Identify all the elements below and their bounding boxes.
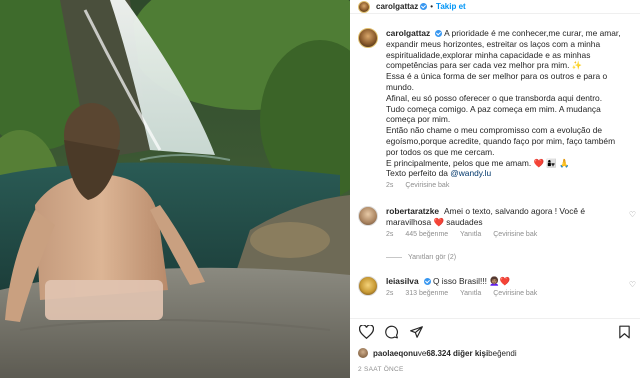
caption-text-line: expandir meus horizontes, estreitar os l… xyxy=(386,38,601,49)
caption-text-line: Afinal, eu só posso oferecer o que trans… xyxy=(386,92,603,103)
reply-button[interactable]: Yanıtla xyxy=(460,290,481,297)
verified-icon xyxy=(435,30,443,38)
heart-icon[interactable]: ♡ xyxy=(629,210,636,219)
caption-username[interactable]: carolgattaz xyxy=(386,28,430,38)
caption-credit: Texto perfeito da xyxy=(386,168,451,179)
comment-likes[interactable]: 313 beğenme xyxy=(405,290,448,297)
author-avatar[interactable] xyxy=(358,0,370,13)
caption-text-line: por todos os que me cercam. xyxy=(386,146,495,157)
caption-time: 2s xyxy=(386,182,394,190)
verified-icon xyxy=(420,3,428,10)
post-header: carolgattaz • Takip et xyxy=(350,0,640,14)
caption-text-line: mundo. xyxy=(386,81,414,92)
translate-link[interactable]: Çevirisine bak xyxy=(493,290,537,297)
caption-text-line: Essa é a única forma de ser melhor para … xyxy=(386,71,608,82)
post-photo[interactable] xyxy=(0,0,350,378)
reply-button[interactable]: Yanıtla xyxy=(460,231,481,238)
view-replies-label[interactable]: Yanıtları gör (2) xyxy=(408,254,456,261)
translate-link[interactable]: Çevirisine bak xyxy=(493,231,537,238)
author-username[interactable]: carolgattaz xyxy=(376,2,418,11)
heart-icon[interactable]: ♡ xyxy=(629,280,636,289)
action-bar xyxy=(350,318,640,344)
caption-avatar[interactable] xyxy=(358,28,378,48)
caption-text-line: começa por mim. xyxy=(386,114,451,125)
comment-username[interactable]: robertaratzke xyxy=(386,206,439,216)
liker-avatar[interactable] xyxy=(358,348,368,358)
comment-likes[interactable]: 445 beğenme xyxy=(405,231,448,238)
verified-icon xyxy=(423,278,431,286)
post-caption: carolgattaz A prioridade é me conhecer,m… xyxy=(358,28,636,192)
likes-summary: paolaeqonu ve 68.324 diğer kişi beğendi xyxy=(358,348,517,358)
comment-username[interactable]: leiasilva xyxy=(386,276,419,286)
translate-link[interactable]: Çevirisine bak xyxy=(405,182,449,189)
view-replies[interactable]: Yanıtları gör (2) xyxy=(386,254,456,261)
caption-text-line: E principalmente, pelos que me amam. ❤️ … xyxy=(386,157,570,168)
comment-time: 2s xyxy=(386,289,394,297)
comment-text: maravilhosa ❤️ saudades xyxy=(386,216,483,227)
comment-avatar[interactable] xyxy=(358,276,378,296)
likes-connector: ve xyxy=(417,348,427,358)
caption-text-line: egoísmo,porque acredite, quando faço por… xyxy=(386,135,616,146)
post-panel: carolgattaz • Takip et carolgattaz A pri… xyxy=(350,0,640,378)
comment-item: robertaratzke Amei o texto, salvando ago… xyxy=(358,206,636,240)
comment-icon[interactable] xyxy=(384,325,399,339)
caption-text-line: espiritualidade,explorar minha capacidad… xyxy=(386,49,591,60)
likes-suffix: beğendi xyxy=(488,348,517,358)
waterfall-scene xyxy=(0,0,350,378)
bookmark-icon[interactable] xyxy=(618,325,631,339)
caption-text-line: Então não chame o meu compromisso com a … xyxy=(386,125,603,136)
heart-icon[interactable] xyxy=(359,325,374,339)
comment-time: 2s xyxy=(386,230,394,238)
follow-button[interactable]: Takip et xyxy=(436,2,466,11)
likes-count[interactable]: 68.324 diğer kişi xyxy=(426,349,488,358)
comment-text: Amei o texto, salvando agora ! Você é xyxy=(443,206,586,216)
post-timestamp: 2 SAAT ÖNCE xyxy=(358,366,404,373)
mention-link[interactable]: @wandy.lu xyxy=(450,168,491,178)
share-icon[interactable] xyxy=(409,325,424,339)
comment-avatar[interactable] xyxy=(358,206,378,226)
comment-text: Q isso Brasil!!! 👩🏽‍🦱❤️ xyxy=(432,276,511,286)
liker-username[interactable]: paolaeqonu xyxy=(373,349,418,358)
replies-divider xyxy=(386,257,402,258)
separator-dot: • xyxy=(430,2,434,11)
comment-item: leiasilva Q isso Brasil!!! 👩🏽‍🦱❤️ 2s 313… xyxy=(358,276,636,300)
caption-text-line: Tudo começa comigo. A paz começa em mim.… xyxy=(386,103,601,114)
caption-text-line: competências para ser cada vez melhor pr… xyxy=(386,60,583,71)
caption-text-line: A prioridade é me conhecer,me curar, me … xyxy=(444,28,621,38)
